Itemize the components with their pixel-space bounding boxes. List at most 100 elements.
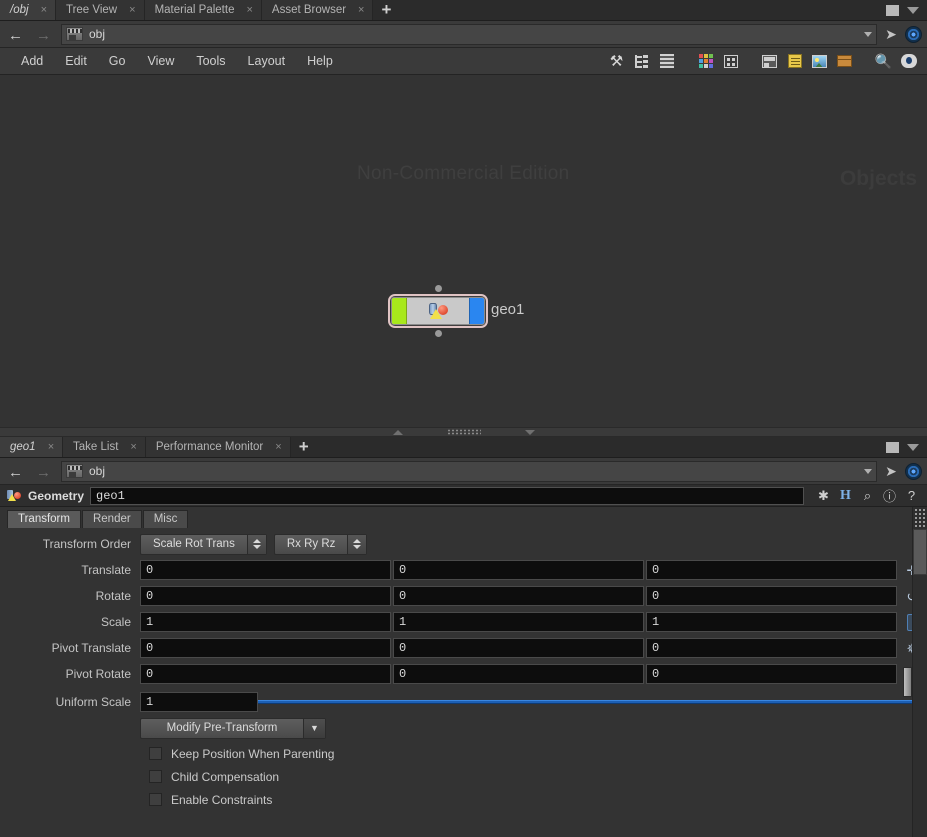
- node-name-input[interactable]: geo1: [90, 486, 804, 505]
- list-icon[interactable]: [654, 50, 679, 73]
- tab-misc[interactable]: Misc: [142, 510, 189, 528]
- tree-icon[interactable]: [629, 50, 654, 73]
- chevron-down-icon[interactable]: [907, 6, 919, 14]
- collapse-down-icon[interactable]: [524, 429, 535, 435]
- tab-material-palette[interactable]: Material Palette ×: [144, 0, 262, 20]
- scale-z-input[interactable]: 1: [646, 612, 897, 632]
- tab-obj[interactable]: /obj ×: [0, 0, 56, 20]
- radial-menu-icon[interactable]: [905, 462, 922, 480]
- transform-order-rotate-dropdown[interactable]: Rx Ry Rz: [273, 533, 368, 555]
- back-button[interactable]: ←: [5, 460, 29, 482]
- forward-button[interactable]: →: [33, 460, 57, 482]
- maximize-icon[interactable]: [886, 4, 899, 16]
- node-output-connector[interactable]: [435, 330, 442, 337]
- translate-z-input[interactable]: 0: [646, 560, 897, 580]
- modify-pre-transform-dropdown[interactable]: Modify Pre-Transform ▼: [140, 717, 326, 739]
- dropdown-caret-icon[interactable]: ▼: [303, 718, 325, 738]
- rotate-x-input[interactable]: 0: [140, 586, 391, 606]
- tab-geo1[interactable]: geo1 ×: [0, 437, 64, 457]
- node-geo1[interactable]: geo1: [388, 285, 524, 337]
- scrollbar-thumb[interactable]: [913, 529, 927, 575]
- houdini-logo-icon[interactable]: H: [836, 487, 855, 505]
- add-tab-button[interactable]: +: [373, 0, 400, 20]
- splitter-grip[interactable]: [446, 429, 481, 435]
- translate-y-input[interactable]: 0: [393, 560, 644, 580]
- node-input-connector[interactable]: [435, 285, 442, 292]
- parameter-scrollbar[interactable]: [912, 507, 927, 837]
- pivot-rotate-z-input[interactable]: 0: [646, 664, 897, 684]
- transform-order-srt-dropdown[interactable]: Scale Rot Trans: [140, 533, 267, 555]
- enable-constraints-checkbox[interactable]: [149, 793, 162, 806]
- menu-edit[interactable]: Edit: [54, 48, 98, 75]
- node-body[interactable]: [391, 297, 485, 325]
- collapse-up-icon[interactable]: [392, 429, 403, 435]
- menu-add[interactable]: Add: [10, 48, 54, 75]
- tab-close-icon[interactable]: ×: [39, 4, 49, 16]
- note-icon[interactable]: [782, 50, 807, 73]
- scrollbar-grip[interactable]: [913, 507, 927, 529]
- eye-icon[interactable]: [896, 50, 921, 73]
- network-editor[interactable]: Non-Commercial Edition Objects geo1: [0, 75, 927, 427]
- image-icon[interactable]: [807, 50, 832, 73]
- forward-button[interactable]: →: [33, 23, 57, 45]
- help-icon[interactable]: ?: [902, 487, 921, 505]
- scale-x-input[interactable]: 1: [140, 612, 391, 632]
- tab-asset-browser[interactable]: Asset Browser ×: [261, 0, 374, 20]
- tab-close-icon[interactable]: ×: [127, 4, 137, 16]
- rotate-z-input[interactable]: 0: [646, 586, 897, 606]
- gear-icon[interactable]: ✱: [814, 487, 833, 505]
- menu-layout[interactable]: Layout: [237, 48, 297, 75]
- menu-view[interactable]: View: [136, 48, 185, 75]
- info-icon[interactable]: ⓘ: [880, 487, 899, 505]
- pivot-translate-z-input[interactable]: 0: [646, 638, 897, 658]
- back-button[interactable]: ←: [5, 23, 29, 45]
- node-display-flag[interactable]: [392, 298, 407, 324]
- parameter-path-input[interactable]: obj: [61, 460, 877, 482]
- pivot-translate-x-input[interactable]: 0: [140, 638, 391, 658]
- wrench-icon[interactable]: ⚒: [604, 50, 629, 73]
- tab-close-icon[interactable]: ×: [46, 441, 56, 453]
- pivot-translate-y-input[interactable]: 0: [393, 638, 644, 658]
- pane-splitter[interactable]: [0, 427, 927, 437]
- tab-render[interactable]: Render: [81, 510, 142, 528]
- tab-tree-view[interactable]: Tree View ×: [55, 0, 145, 20]
- color-grid-icon[interactable]: [693, 50, 718, 73]
- path-dropdown-icon[interactable]: [864, 31, 872, 37]
- srt-spinner[interactable]: [246, 534, 266, 554]
- rotate-order-spinner[interactable]: [347, 534, 367, 554]
- panel-icon[interactable]: [757, 50, 782, 73]
- menu-tools[interactable]: Tools: [185, 48, 236, 75]
- network-path-input[interactable]: obj: [61, 23, 877, 45]
- tab-close-icon[interactable]: ×: [128, 441, 138, 453]
- tab-take-list[interactable]: Take List ×: [63, 437, 146, 457]
- row-child-compensation[interactable]: Child Compensation: [0, 766, 927, 787]
- pin-icon[interactable]: ➤: [881, 463, 901, 480]
- tab-close-icon[interactable]: ×: [356, 4, 366, 16]
- row-enable-constraints[interactable]: Enable Constraints: [0, 789, 927, 810]
- box-icon[interactable]: [832, 50, 857, 73]
- menu-help[interactable]: Help: [296, 48, 344, 75]
- slider-track[interactable]: [258, 692, 921, 712]
- search-icon[interactable]: ⌕: [858, 487, 877, 505]
- uniform-scale-slider[interactable]: [258, 692, 927, 712]
- grid-box-icon[interactable]: [718, 50, 743, 73]
- radial-menu-icon[interactable]: [905, 25, 922, 43]
- rotate-y-input[interactable]: 0: [393, 586, 644, 606]
- add-tab-button[interactable]: +: [290, 437, 317, 457]
- uniform-scale-input[interactable]: 1: [140, 692, 258, 712]
- pivot-rotate-x-input[interactable]: 0: [140, 664, 391, 684]
- tab-transform[interactable]: Transform: [7, 510, 81, 528]
- menu-go[interactable]: Go: [98, 48, 137, 75]
- pin-icon[interactable]: ➤: [881, 26, 901, 43]
- search-icon[interactable]: 🔍: [871, 50, 896, 73]
- keep-position-checkbox[interactable]: [149, 747, 162, 760]
- maximize-icon[interactable]: [886, 441, 899, 453]
- tab-performance-monitor[interactable]: Performance Monitor ×: [145, 437, 291, 457]
- row-keep-position-when-parenting[interactable]: Keep Position When Parenting: [0, 743, 927, 764]
- translate-x-input[interactable]: 0: [140, 560, 391, 580]
- pivot-rotate-y-input[interactable]: 0: [393, 664, 644, 684]
- parameter-pane-resize-handle[interactable]: [903, 667, 912, 697]
- scrollbar-track[interactable]: [913, 575, 927, 837]
- node-render-flag[interactable]: [469, 298, 484, 324]
- chevron-down-icon[interactable]: [907, 443, 919, 451]
